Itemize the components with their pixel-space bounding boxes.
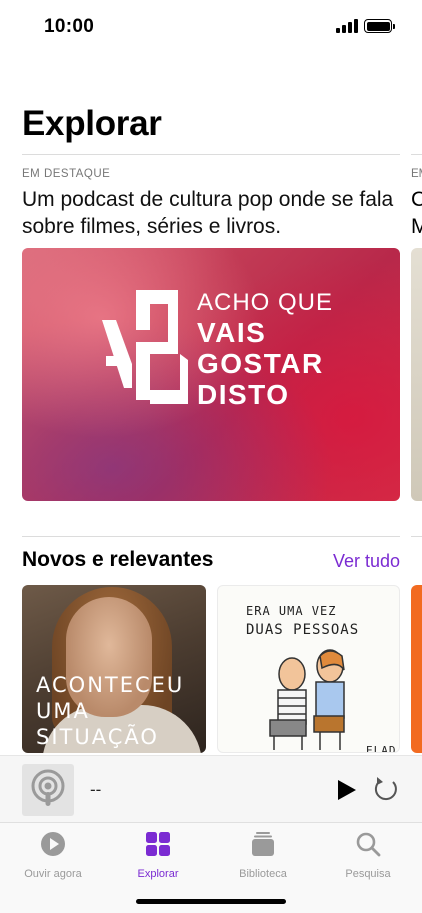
see-all-link[interactable]: Ver tudo bbox=[333, 551, 400, 572]
podcast-tile[interactable]: ACONTECEU UMA SITUAÇÃO bbox=[22, 585, 206, 753]
peek-desc-2: M bbox=[411, 215, 422, 238]
artwork-line-1: ACHO QUE bbox=[197, 289, 334, 316]
tile-title-line-2: DUAS PESSOAS bbox=[246, 622, 360, 638]
tab-ouvir-agora[interactable]: Ouvir agora bbox=[3, 831, 103, 880]
tab-label: Biblioteca bbox=[239, 868, 287, 880]
tab-label: Pesquisa bbox=[345, 868, 391, 880]
now-playing-title: -- bbox=[90, 780, 102, 799]
tile-title-line-1: ACONTECEU bbox=[36, 673, 185, 697]
search-icon bbox=[356, 832, 381, 857]
artwork-line-3: GOSTAR bbox=[197, 348, 324, 379]
peek-desc-1: C bbox=[411, 188, 422, 211]
artwork-line-4: DISTO bbox=[197, 379, 290, 410]
play-circle-icon bbox=[41, 832, 65, 856]
illustration-icon bbox=[269, 649, 345, 750]
title-divider bbox=[22, 154, 400, 155]
status-bar: 10:00 bbox=[0, 0, 422, 52]
tile-corner-text: ELAD bbox=[366, 744, 397, 753]
tab-bar: Ouvir agora Explorar Biblioteca Pesquisa bbox=[0, 823, 422, 913]
library-icon bbox=[252, 832, 274, 856]
tab-explorar[interactable]: Explorar bbox=[108, 831, 208, 880]
podcast-tile-peek[interactable] bbox=[411, 585, 422, 753]
mini-player[interactable]: -- bbox=[0, 755, 422, 823]
featured-artwork[interactable]: ACHO QUE VAIS GOSTAR DISTO bbox=[22, 248, 400, 501]
featured-header[interactable]: EM DESTAQUE Um podcast de cultura pop on… bbox=[22, 168, 402, 240]
page-title: Explorar bbox=[22, 104, 162, 143]
section-title: Novos e relevantes bbox=[22, 548, 214, 571]
tab-label: Ouvir agora bbox=[24, 868, 82, 880]
tab-label: Explorar bbox=[137, 868, 179, 880]
featured-description: Um podcast de cultura pop onde se fala s… bbox=[22, 188, 394, 238]
artwork-line-2: VAIS bbox=[197, 317, 267, 348]
podcast-logo-icon bbox=[102, 290, 188, 404]
podcast-tile[interactable]: ERA UMA VEZ DUAS PESSOAS ELAD bbox=[217, 585, 400, 753]
play-icon[interactable] bbox=[335, 778, 359, 802]
peek-eyebrow: EM bbox=[411, 168, 422, 180]
home-indicator[interactable] bbox=[136, 899, 286, 904]
tile-title-line-1: ERA UMA VEZ bbox=[246, 604, 337, 618]
battery-icon bbox=[364, 19, 395, 33]
featured-artwork-peek[interactable] bbox=[411, 248, 422, 501]
featured-peek-header[interactable]: EM C M bbox=[411, 168, 422, 240]
skip-forward-icon[interactable] bbox=[372, 776, 400, 804]
section-divider bbox=[22, 536, 400, 537]
title-divider-peek bbox=[411, 154, 422, 155]
tab-biblioteca[interactable]: Biblioteca bbox=[213, 831, 313, 880]
signal-icon bbox=[336, 19, 358, 33]
status-time: 10:00 bbox=[44, 16, 95, 37]
podcasts-app-icon bbox=[22, 764, 74, 816]
artwork-text: ACHO QUE VAIS GOSTAR DISTO bbox=[197, 288, 333, 410]
featured-eyebrow: EM DESTAQUE bbox=[22, 168, 111, 180]
tab-pesquisa[interactable]: Pesquisa bbox=[318, 831, 418, 880]
tile-title-line-2: UMA bbox=[36, 699, 90, 723]
grid-icon bbox=[146, 832, 170, 856]
tile-title-line-3: SITUAÇÃO bbox=[36, 725, 159, 749]
section-divider-peek bbox=[411, 536, 422, 537]
